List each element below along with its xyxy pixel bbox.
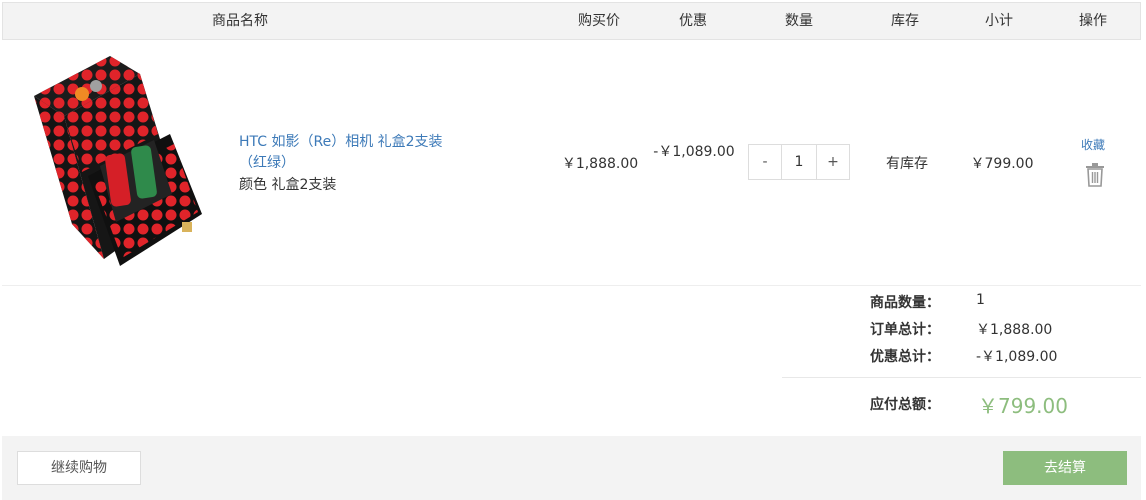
trash-icon[interactable] (1085, 163, 1105, 187)
stock-status: 有库存 (886, 156, 928, 172)
summary-discount-total-value: -￥1,089.00 (976, 349, 1058, 365)
checkout-button[interactable]: 去结算 (1003, 451, 1127, 485)
cart-item-row: HTC 如影（Re）相机 礼盒2支装（红绿） 颜色 礼盒2支装 ￥1,888.0… (2, 40, 1141, 286)
summary-order-total-value: ￥1,888.00 (976, 322, 1053, 338)
cart-table-header: 商品名称 购买价 优惠 数量 库存 小计 操作 (2, 2, 1141, 40)
summary-payable-value: ￥799.00 (978, 394, 1068, 418)
col-header-actions: 操作 (1079, 13, 1107, 29)
summary-order-total-label: 订单总计： (870, 322, 940, 338)
col-header-discount: 优惠 (679, 13, 707, 29)
quantity-input[interactable]: 1 (781, 145, 817, 179)
item-discount: -￥1,089.00 (653, 144, 735, 160)
col-header-price: 购买价 (578, 13, 620, 29)
col-header-quantity: 数量 (785, 13, 813, 29)
product-image[interactable] (24, 54, 204, 274)
product-variant: 颜色 礼盒2支装 (239, 177, 337, 193)
item-subtotal: ￥799.00 (970, 156, 1034, 172)
summary-count-value: 1 (976, 292, 985, 308)
summary-discount-total-label: 优惠总计： (870, 349, 940, 365)
cart-footer: 继续购物 去结算 (2, 436, 1141, 500)
product-name-link[interactable]: HTC 如影（Re）相机 礼盒2支装（红绿） (239, 132, 469, 174)
col-header-product-name: 商品名称 (212, 13, 268, 29)
summary-payable-label: 应付总额： (870, 397, 940, 413)
quantity-decrease-button[interactable]: - (749, 145, 781, 179)
col-header-subtotal: 小计 (985, 13, 1013, 29)
continue-shopping-button[interactable]: 继续购物 (17, 451, 141, 485)
item-price: ￥1,888.00 (561, 156, 639, 172)
quantity-stepper: - 1 + (748, 144, 850, 180)
summary-count-label: 商品数量： (870, 295, 940, 311)
summary-divider (782, 377, 1141, 378)
quantity-increase-button[interactable]: + (817, 145, 849, 179)
favorite-link[interactable]: 收藏 (1081, 136, 1105, 153)
col-header-stock: 库存 (891, 13, 919, 29)
